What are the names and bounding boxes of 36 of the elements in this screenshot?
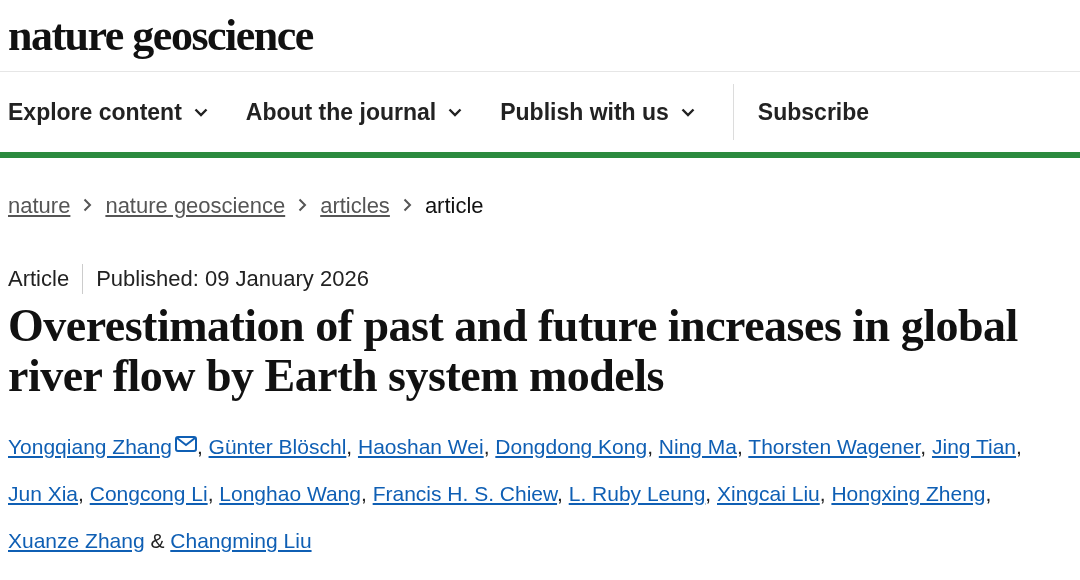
author-link[interactable]: Changming Liu xyxy=(170,529,312,552)
article-title: Overestimation of past and future increases in global river flow by Earth system models xyxy=(7,301,1019,401)
breadcrumb-current: article xyxy=(424,191,484,220)
author-link[interactable]: Congcong Li xyxy=(89,482,208,505)
journal-logo[interactable]: nature geoscience xyxy=(8,13,313,58)
nav-menu-item[interactable]: Explore content xyxy=(8,94,208,130)
author-link[interactable]: Yongqiang Zhang xyxy=(8,435,197,458)
chevron-right-icon xyxy=(402,198,412,212)
author-link[interactable]: Günter Blöschl xyxy=(208,435,347,458)
author-link[interactable]: Thorsten Wagener xyxy=(748,435,921,458)
article-type: Article xyxy=(8,265,70,293)
breadcrumb-link[interactable]: nature xyxy=(8,188,71,222)
chevron-down-icon xyxy=(193,107,208,117)
nav-menu-item[interactable]: Subscribe xyxy=(757,94,870,130)
author-link[interactable]: L. Ruby Leung xyxy=(568,482,706,505)
author-link[interactable]: Jun Xia xyxy=(8,482,79,505)
chevron-down-icon xyxy=(448,107,463,117)
author-link[interactable]: Hongxing Zheng xyxy=(831,482,986,505)
email-icon[interactable] xyxy=(174,436,197,453)
author-link[interactable]: Xingcai Liu xyxy=(717,482,820,505)
author-link[interactable]: Dongdong Kong xyxy=(495,435,648,458)
chevron-right-icon xyxy=(83,198,93,212)
breadcrumb-link[interactable]: nature geoscience xyxy=(105,188,286,222)
author-link[interactable]: Francis H. S. Chiew xyxy=(372,482,558,505)
breadcrumb-link[interactable]: articles xyxy=(320,188,390,222)
author-link[interactable]: Ning Ma xyxy=(658,435,737,458)
chevron-down-icon xyxy=(680,107,695,117)
author-link[interactable]: Haoshan Wei xyxy=(357,435,484,458)
chevron-right-icon xyxy=(298,198,308,212)
author-link[interactable]: Xuanze Zhang xyxy=(8,529,145,552)
author-link[interactable]: Longhao Wang xyxy=(219,482,361,505)
publication-date: Published: 09 January 2026 xyxy=(96,265,369,293)
author-list: Yongqiang Zhang , Günter Blöschl, Haoshan Wei, Dongdong Kong, Ning Ma, Thorsten Wagener, Jing Tian, Jun Xia, Congcong Li, Longhao Wang, Francis H. S. Chiew, L. Ruby Leung, Xingcai Liu, Hongxing Zheng, Xuanze Zhang & Changming Liu xyxy=(0,423,1080,564)
nav-menu-item[interactable]: About the journal xyxy=(245,94,463,130)
author-link[interactable]: Jing Tian xyxy=(931,435,1017,458)
nav-menu-item[interactable]: Publish with us xyxy=(500,94,695,130)
